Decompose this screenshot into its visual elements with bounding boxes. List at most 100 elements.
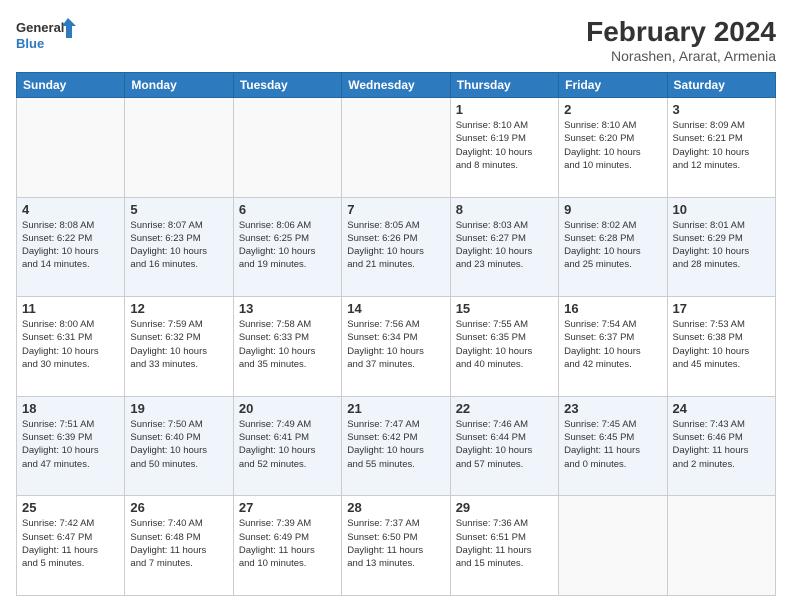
day-number: 7 bbox=[347, 202, 444, 217]
day-info: Sunrise: 7:43 AMSunset: 6:46 PMDaylight:… bbox=[673, 418, 770, 471]
calendar-cell: 16Sunrise: 7:54 AMSunset: 6:37 PMDayligh… bbox=[559, 297, 667, 397]
day-info: Sunrise: 7:54 AMSunset: 6:37 PMDaylight:… bbox=[564, 318, 661, 371]
day-number: 18 bbox=[22, 401, 119, 416]
week-row-4: 18Sunrise: 7:51 AMSunset: 6:39 PMDayligh… bbox=[17, 396, 776, 496]
calendar-header-row: SundayMondayTuesdayWednesdayThursdayFrid… bbox=[17, 73, 776, 98]
calendar-cell: 5 Sunrise: 8:07 AMSunset: 6:23 PMDaylight… bbox=[125, 197, 233, 297]
title-block: February 2024 Norashen, Ararat, Armenia bbox=[586, 16, 776, 64]
calendar-cell bbox=[233, 98, 341, 198]
day-number: 5 bbox=[130, 202, 227, 217]
day-info: Sunrise: 8:01 AMSunset: 6:29 PMDaylight:… bbox=[673, 219, 770, 272]
day-info: Sunrise: 7:37 AMSunset: 6:50 PMDaylight:… bbox=[347, 517, 444, 570]
day-info: Sunrise: 7:36 AMSunset: 6:51 PMDaylight:… bbox=[456, 517, 553, 570]
day-info: Sunrise: 7:40 AMSunset: 6:48 PMDaylight:… bbox=[130, 517, 227, 570]
calendar-cell: 26 Sunrise: 7:40 AMSunset: 6:48 PMDayligh… bbox=[125, 496, 233, 596]
day-number: 22 bbox=[456, 401, 553, 416]
day-number: 8 bbox=[456, 202, 553, 217]
header: General Blue February 2024 Norashen, Ara… bbox=[16, 16, 776, 64]
day-number: 14 bbox=[347, 301, 444, 316]
calendar-cell: 10 Sunrise: 8:01 AMSunset: 6:29 PMDayligh… bbox=[667, 197, 775, 297]
calendar-cell bbox=[342, 98, 450, 198]
day-info: Sunrise: 8:10 AMSunset: 6:19 PMDaylight:… bbox=[456, 119, 553, 172]
day-number: 11 bbox=[22, 301, 119, 316]
calendar-cell: 9Sunrise: 8:02 AMSunset: 6:28 PMDaylight… bbox=[559, 197, 667, 297]
day-number: 4 bbox=[22, 202, 119, 217]
day-number: 25 bbox=[22, 500, 119, 515]
calendar-cell bbox=[17, 98, 125, 198]
day-info: Sunrise: 7:46 AMSunset: 6:44 PMDaylight:… bbox=[456, 418, 553, 471]
day-info: Sunrise: 7:53 AMSunset: 6:38 PMDaylight:… bbox=[673, 318, 770, 371]
day-info: Sunrise: 7:45 AMSunset: 6:45 PMDaylight:… bbox=[564, 418, 661, 471]
calendar-cell: 25 Sunrise: 7:42 AMSunset: 6:47 PMDayligh… bbox=[17, 496, 125, 596]
day-info: Sunrise: 7:42 AMSunset: 6:47 PMDaylight:… bbox=[22, 517, 119, 570]
day-info: Sunrise: 8:05 AMSunset: 6:26 PMDaylight:… bbox=[347, 219, 444, 272]
day-number: 27 bbox=[239, 500, 336, 515]
calendar-cell bbox=[667, 496, 775, 596]
day-info: Sunrise: 8:09 AMSunset: 6:21 PMDaylight:… bbox=[673, 119, 770, 172]
day-number: 2 bbox=[564, 102, 661, 117]
calendar-cell: 11 Sunrise: 8:00 AMSunset: 6:31 PMDayligh… bbox=[17, 297, 125, 397]
day-number: 17 bbox=[673, 301, 770, 316]
day-number: 29 bbox=[456, 500, 553, 515]
logo-svg: General Blue bbox=[16, 16, 76, 56]
day-info: Sunrise: 8:06 AMSunset: 6:25 PMDaylight:… bbox=[239, 219, 336, 272]
day-info: Sunrise: 8:03 AMSunset: 6:27 PMDaylight:… bbox=[456, 219, 553, 272]
calendar-cell: 14Sunrise: 7:56 AMSunset: 6:34 PMDayligh… bbox=[342, 297, 450, 397]
calendar-cell: 8 Sunrise: 8:03 AMSunset: 6:27 PMDaylight… bbox=[450, 197, 558, 297]
calendar-cell: 1 Sunrise: 8:10 AMSunset: 6:19 PMDaylight… bbox=[450, 98, 558, 198]
day-info: Sunrise: 7:47 AMSunset: 6:42 PMDaylight:… bbox=[347, 418, 444, 471]
day-number: 1 bbox=[456, 102, 553, 117]
day-info: Sunrise: 8:10 AMSunset: 6:20 PMDaylight:… bbox=[564, 119, 661, 172]
day-number: 3 bbox=[673, 102, 770, 117]
calendar-cell: 23 Sunrise: 7:45 AMSunset: 6:45 PMDayligh… bbox=[559, 396, 667, 496]
day-number: 9 bbox=[564, 202, 661, 217]
day-number: 24 bbox=[673, 401, 770, 416]
calendar-cell bbox=[125, 98, 233, 198]
calendar-cell: 4 Sunrise: 8:08 AMSunset: 6:22 PMDaylight… bbox=[17, 197, 125, 297]
calendar-cell: 28 Sunrise: 7:37 AMSunset: 6:50 PMDayligh… bbox=[342, 496, 450, 596]
main-title: February 2024 bbox=[586, 16, 776, 48]
day-number: 15 bbox=[456, 301, 553, 316]
day-info: Sunrise: 7:58 AMSunset: 6:33 PMDaylight:… bbox=[239, 318, 336, 371]
calendar-cell: 29 Sunrise: 7:36 AMSunset: 6:51 PMDayligh… bbox=[450, 496, 558, 596]
calendar-cell: 2 Sunrise: 8:10 AMSunset: 6:20 PMDaylight… bbox=[559, 98, 667, 198]
day-number: 23 bbox=[564, 401, 661, 416]
calendar-cell: 19 Sunrise: 7:50 AMSunset: 6:40 PMDayligh… bbox=[125, 396, 233, 496]
day-info: Sunrise: 8:08 AMSunset: 6:22 PMDaylight:… bbox=[22, 219, 119, 272]
header-sunday: Sunday bbox=[17, 73, 125, 98]
day-number: 26 bbox=[130, 500, 227, 515]
header-wednesday: Wednesday bbox=[342, 73, 450, 98]
header-saturday: Saturday bbox=[667, 73, 775, 98]
calendar-table: SundayMondayTuesdayWednesdayThursdayFrid… bbox=[16, 72, 776, 596]
calendar-cell: 3 Sunrise: 8:09 AMSunset: 6:21 PMDaylight… bbox=[667, 98, 775, 198]
logo: General Blue bbox=[16, 16, 76, 56]
calendar-cell: 22 Sunrise: 7:46 AMSunset: 6:44 PMDayligh… bbox=[450, 396, 558, 496]
day-number: 10 bbox=[673, 202, 770, 217]
week-row-3: 11 Sunrise: 8:00 AMSunset: 6:31 PMDayligh… bbox=[17, 297, 776, 397]
calendar-cell: 7 Sunrise: 8:05 AMSunset: 6:26 PMDaylight… bbox=[342, 197, 450, 297]
day-number: 19 bbox=[130, 401, 227, 416]
svg-text:Blue: Blue bbox=[16, 36, 44, 51]
week-row-2: 4 Sunrise: 8:08 AMSunset: 6:22 PMDaylight… bbox=[17, 197, 776, 297]
day-number: 6 bbox=[239, 202, 336, 217]
day-number: 28 bbox=[347, 500, 444, 515]
calendar-cell: 21 Sunrise: 7:47 AMSunset: 6:42 PMDayligh… bbox=[342, 396, 450, 496]
svg-text:General: General bbox=[16, 20, 64, 35]
header-thursday: Thursday bbox=[450, 73, 558, 98]
day-info: Sunrise: 7:50 AMSunset: 6:40 PMDaylight:… bbox=[130, 418, 227, 471]
calendar-cell: 13 Sunrise: 7:58 AMSunset: 6:33 PMDayligh… bbox=[233, 297, 341, 397]
day-number: 13 bbox=[239, 301, 336, 316]
day-number: 21 bbox=[347, 401, 444, 416]
page: General Blue February 2024 Norashen, Ara… bbox=[0, 0, 792, 612]
subtitle: Norashen, Ararat, Armenia bbox=[586, 48, 776, 64]
header-tuesday: Tuesday bbox=[233, 73, 341, 98]
day-number: 12 bbox=[130, 301, 227, 316]
day-info: Sunrise: 7:39 AMSunset: 6:49 PMDaylight:… bbox=[239, 517, 336, 570]
week-row-5: 25 Sunrise: 7:42 AMSunset: 6:47 PMDayligh… bbox=[17, 496, 776, 596]
calendar-cell: 18Sunrise: 7:51 AMSunset: 6:39 PMDayligh… bbox=[17, 396, 125, 496]
calendar-cell: 27 Sunrise: 7:39 AMSunset: 6:49 PMDayligh… bbox=[233, 496, 341, 596]
header-friday: Friday bbox=[559, 73, 667, 98]
day-info: Sunrise: 7:55 AMSunset: 6:35 PMDaylight:… bbox=[456, 318, 553, 371]
day-info: Sunrise: 8:07 AMSunset: 6:23 PMDaylight:… bbox=[130, 219, 227, 272]
day-info: Sunrise: 8:00 AMSunset: 6:31 PMDaylight:… bbox=[22, 318, 119, 371]
